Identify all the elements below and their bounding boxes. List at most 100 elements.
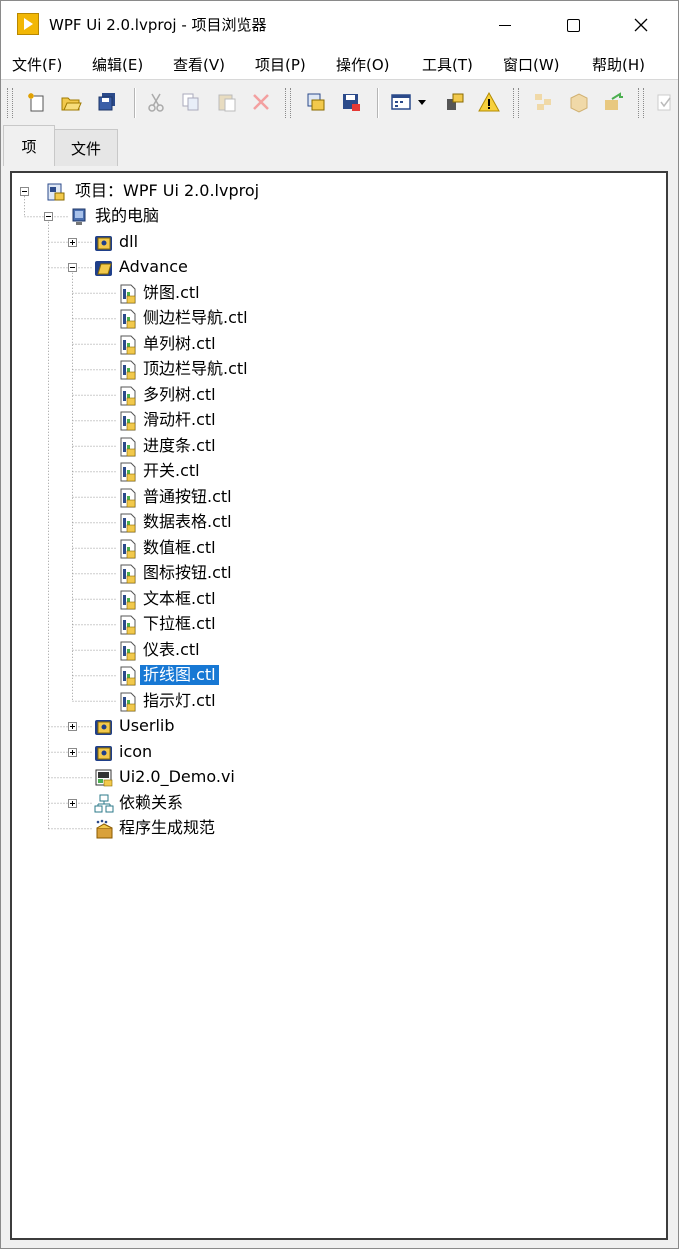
tab-strip: 项 文件 (1, 125, 678, 166)
tree-node-c1[interactable]: 饼图.ctl (118, 282, 203, 304)
new-icon[interactable] (25, 90, 49, 114)
project-tree[interactable]: 项目：WPF Ui 2.0.lvproj 我的电脑 dll Advance 饼图.ctl… (10, 171, 668, 1240)
paste-icon[interactable] (215, 90, 239, 114)
collapse-toggle[interactable] (20, 186, 29, 196)
tree-node-advance[interactable]: Advance (94, 256, 191, 278)
expand-toggle[interactable] (68, 237, 77, 247)
maximize-button[interactable] (539, 1, 607, 49)
view-icon[interactable] (389, 90, 413, 114)
toolbar-grip[interactable] (7, 88, 13, 118)
minimize-button[interactable] (471, 1, 539, 49)
tab-items[interactable]: 项 (3, 125, 55, 166)
tree-node-label: Advance (119, 257, 188, 277)
tree-node-c14[interactable]: 下拉框.ctl (118, 613, 219, 635)
tree-node-c12[interactable]: 图标按钮.ctl (118, 562, 235, 584)
tree-node-label: 单列树.ctl (143, 333, 216, 353)
tree-node-label: 程序生成规范 (119, 818, 216, 838)
tree-node-label: Userlib (119, 716, 175, 736)
tree-node-c13[interactable]: 文本框.ctl (118, 588, 219, 610)
control-file-icon (118, 411, 136, 431)
tree-node-c11[interactable]: 数值框.ctl (118, 537, 219, 559)
control-file-icon (118, 615, 136, 635)
tree-node-c10[interactable]: 数据表格.ctl (118, 511, 235, 533)
tree-node-c7[interactable]: 进度条.ctl (118, 435, 219, 457)
tree-node-iconf[interactable]: icon (94, 741, 155, 763)
tree-node-label: 折线图.ctl (140, 665, 219, 686)
menu-tools[interactable]: 工具(T) (422, 54, 473, 75)
menu-operate[interactable]: 操作(O) (336, 54, 390, 75)
tree-node-build[interactable]: 程序生成规范 (94, 817, 218, 839)
close-button[interactable] (607, 1, 675, 49)
cut-icon[interactable] (144, 90, 168, 114)
more-icon[interactable] (655, 90, 675, 114)
toolbar-grip[interactable] (638, 88, 644, 118)
tree-node-userlib[interactable]: Userlib (94, 715, 178, 737)
tree-node-c8[interactable]: 开关.ctl (118, 460, 203, 482)
tree-node-label: 侧边栏导航.ctl (143, 308, 248, 328)
tree-node-label: 依赖关系 (119, 792, 184, 812)
tree-node-label: 开关.ctl (143, 461, 200, 481)
expand-toggle[interactable] (68, 722, 77, 732)
tree-node-c17[interactable]: 指示灯.ctl (118, 690, 219, 712)
menu-file[interactable]: 文件(F) (12, 54, 62, 75)
tree-node-label: icon (119, 741, 153, 761)
tree-node-c15[interactable]: 仪表.ctl (118, 639, 203, 661)
delete-icon[interactable] (249, 90, 273, 114)
toolbar-grip[interactable] (285, 88, 291, 118)
control-file-icon (118, 666, 136, 686)
tab-files[interactable]: 文件 (54, 129, 118, 166)
tree-node-root[interactable]: 项目：WPF Ui 2.0.lvproj (46, 180, 262, 202)
toolbar-grip[interactable] (513, 88, 519, 118)
tree-node-label: 下拉框.ctl (143, 614, 216, 634)
save-icon[interactable] (339, 90, 363, 114)
menu-bar: 文件(F) 编辑(E) 查看(V) 项目(P) 操作(O) 工具(T) 窗口(W… (1, 49, 678, 79)
collapse-toggle[interactable] (68, 263, 77, 273)
tree-node-c6[interactable]: 滑动杆.ctl (118, 409, 219, 431)
expand-toggle[interactable] (68, 747, 77, 757)
menu-window[interactable]: 窗口(W) (503, 54, 560, 75)
tree-node-c5[interactable]: 多列树.ctl (118, 384, 219, 406)
warning-icon[interactable] (477, 90, 501, 114)
expand-toggle[interactable] (68, 798, 77, 808)
control-file-icon (118, 437, 136, 457)
tree-node-c2[interactable]: 侧边栏导航.ctl (118, 307, 251, 329)
tree-node-mycomputer[interactable]: 我的电脑 (70, 205, 162, 227)
tree-node-dll[interactable]: dll (94, 231, 141, 253)
toolbar-separator (377, 88, 378, 118)
tree-node-c3[interactable]: 单列树.ctl (118, 333, 219, 355)
tree-node-demo[interactable]: Ui2.0_Demo.vi (94, 766, 238, 788)
control-file-icon (118, 641, 136, 661)
tree-node-label: dll (119, 231, 139, 251)
package-icon[interactable] (567, 90, 591, 114)
collapse-toggle[interactable] (44, 212, 53, 222)
control-file-icon (118, 692, 136, 712)
dropdown-icon[interactable] (415, 90, 429, 114)
settings-icon[interactable] (443, 90, 467, 114)
ungroup-icon[interactable] (531, 90, 555, 114)
tree-node-label: 滑动杆.ctl (143, 410, 216, 430)
export-icon[interactable] (601, 90, 625, 114)
tree-node-c9[interactable]: 普通按钮.ctl (118, 486, 235, 508)
menu-view[interactable]: 查看(V) (173, 54, 225, 75)
close-icon (634, 18, 648, 32)
save-all-icon[interactable] (95, 90, 119, 114)
tree-node-c16[interactable]: 折线图.ctl (118, 664, 219, 686)
computer-icon (70, 207, 88, 226)
title-bar[interactable]: WPF Ui 2.0.lvproj - 项目浏览器 (1, 1, 678, 49)
tree-node-label: 多列树.ctl (143, 384, 216, 404)
tree-node-deps[interactable]: 依赖关系 (94, 792, 186, 814)
control-file-icon (118, 284, 136, 304)
open-icon[interactable] (59, 90, 83, 114)
menu-project[interactable]: 项目(P) (255, 54, 306, 75)
build-icon[interactable] (304, 90, 328, 114)
build-spec-icon (94, 819, 113, 839)
tree-node-c4[interactable]: 顶边栏导航.ctl (118, 358, 251, 380)
copy-icon[interactable] (179, 90, 203, 114)
menu-edit[interactable]: 编辑(E) (92, 54, 143, 75)
control-file-icon (118, 309, 136, 329)
folder-icon (94, 233, 112, 251)
minimize-icon (499, 24, 511, 26)
tree-node-label: 图标按钮.ctl (143, 563, 232, 583)
control-file-icon (118, 335, 136, 355)
menu-help[interactable]: 帮助(H) (592, 54, 645, 75)
